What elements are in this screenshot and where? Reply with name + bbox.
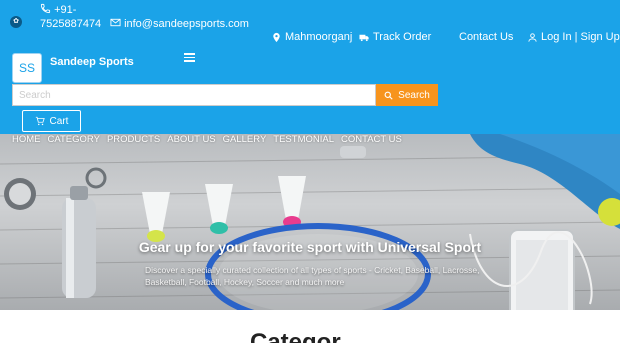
- contact-us-text: Contact Us: [459, 31, 514, 43]
- social-icon[interactable]: ✿: [10, 16, 22, 28]
- location-link[interactable]: Mahmoorganj: [271, 31, 352, 43]
- nav-category[interactable]: CATEGORY: [48, 134, 100, 145]
- section-heading: Categor: [250, 329, 341, 343]
- main-nav: HOME CATEGORY PRODUCTS ABOUT US GALLERY …: [12, 134, 402, 145]
- nav-gallery[interactable]: GALLERY: [223, 134, 267, 145]
- map-pin-icon: [273, 32, 280, 42]
- track-order-link[interactable]: Track Order: [359, 31, 431, 43]
- top-bar: ✿ +91- 7525887474 info@sandeepsports.com…: [0, 0, 620, 48]
- contact-us-link[interactable]: Contact Us: [459, 31, 513, 43]
- brand-name[interactable]: Sandeep Sports: [50, 56, 134, 68]
- menu-icon[interactable]: [184, 51, 195, 64]
- search-button[interactable]: Search: [376, 84, 438, 106]
- nav-products[interactable]: PRODUCTS: [107, 134, 160, 145]
- hero-banner: HOME CATEGORY PRODUCTS ABOUT US GALLERY …: [0, 134, 620, 310]
- track-order-text: Track Order: [373, 31, 432, 43]
- location-text: Mahmoorganj: [285, 31, 353, 43]
- phone-line-2: 7525887474: [40, 18, 102, 30]
- truck-icon: [359, 34, 369, 41]
- nav-home[interactable]: HOME: [12, 134, 41, 145]
- phone-icon: [40, 3, 51, 14]
- nav-about-us[interactable]: ABOUT US: [167, 134, 215, 145]
- logo[interactable]: SS: [12, 53, 42, 83]
- login-link[interactable]: Log In | Sign Up: [527, 31, 620, 43]
- user-icon: [528, 32, 537, 42]
- email-text: info@sandeepsports.com: [124, 18, 249, 30]
- nav-testimonial[interactable]: TESTMONIAL: [273, 134, 334, 145]
- search-button-label: Search: [398, 89, 430, 101]
- header: SS Sandeep Sports Search Cart: [0, 48, 620, 134]
- hero-subtitle: Discover a specially curated collection …: [145, 265, 480, 287]
- contact-phone[interactable]: +91- 7525887474: [40, 3, 101, 31]
- search-input[interactable]: [12, 84, 376, 106]
- phone-line-1: +91-: [54, 4, 77, 16]
- search-icon: [384, 91, 393, 100]
- hero-title: Gear up for your favorite sport with Uni…: [138, 239, 482, 255]
- nav-contact-us[interactable]: CONTACT US: [341, 134, 402, 145]
- cart-icon: [35, 116, 45, 126]
- cart-button[interactable]: Cart: [22, 110, 81, 132]
- cart-label: Cart: [49, 115, 69, 127]
- login-text: Log In | Sign Up: [541, 31, 620, 43]
- contact-email[interactable]: info@sandeepsports.com: [110, 17, 249, 30]
- mail-icon: [110, 18, 121, 27]
